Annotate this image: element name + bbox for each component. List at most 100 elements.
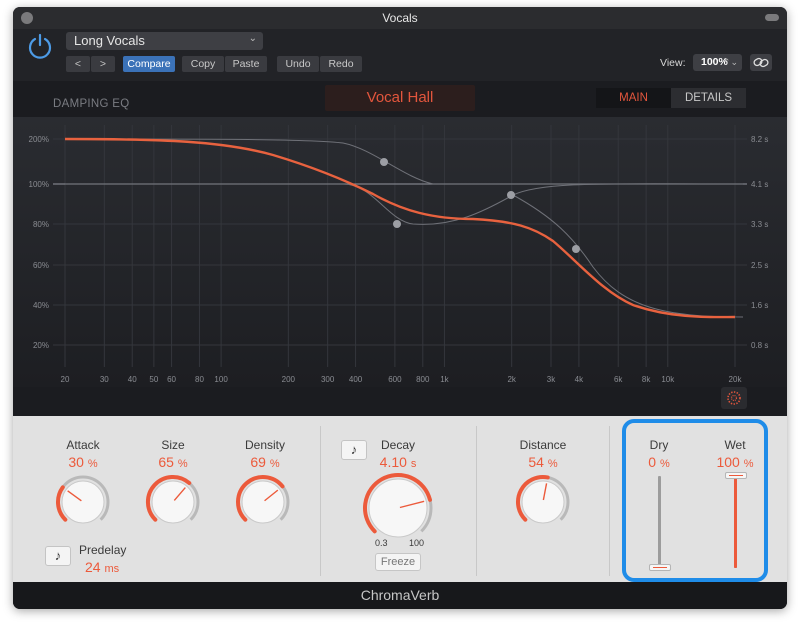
size-value-number: 65 — [158, 454, 174, 470]
freq-tick-label: 300 — [321, 375, 335, 384]
redo-button[interactable]: Redo — [320, 56, 362, 72]
decay-time-tick-label: 8.2 s — [751, 135, 768, 144]
knob-body — [521, 480, 565, 524]
section-divider — [609, 426, 610, 576]
preset-dropdown-label: Long Vocals — [74, 33, 145, 48]
power-icon[interactable] — [26, 32, 54, 60]
predelay-label: Predelay — [79, 543, 127, 557]
density-knob[interactable] — [235, 474, 291, 530]
freq-tick-label: 60 — [167, 375, 176, 384]
distance-value-unit: % — [547, 458, 558, 470]
distance-label: Distance — [519, 438, 567, 452]
decay-value-unit: s — [410, 458, 417, 470]
level-tick-label: 60% — [33, 261, 49, 270]
section-divider — [320, 426, 321, 576]
freq-tick-label: 800 — [416, 375, 430, 384]
window-title: Vocals — [382, 11, 418, 25]
size-value-unit: % — [177, 458, 188, 470]
damping-eq-section: DAMPING EQ Vocal Hall MAIN DETAILS 200% … — [13, 81, 787, 416]
freq-tick-label: 20 — [61, 375, 70, 384]
predelay-value[interactable]: 24 ms — [85, 559, 145, 575]
attack-label: Attack — [66, 438, 100, 452]
size-knob[interactable] — [145, 474, 201, 530]
freq-tick-label: 1k — [440, 375, 449, 384]
view-zoom-select[interactable]: 100% ⌃⌄ — [693, 54, 742, 71]
freq-tick-label: 10k — [661, 375, 675, 384]
dry-fader-track[interactable] — [658, 476, 661, 568]
chevron-down-icon: ⌄ — [248, 33, 257, 44]
wet-value: 100 % — [709, 454, 761, 470]
freeze-button[interactable]: Freeze — [375, 553, 421, 571]
wet-fader-handle[interactable] — [725, 472, 747, 479]
freq-tick-label: 400 — [349, 375, 363, 384]
note-icon: ♪ — [350, 442, 358, 457]
decay-time-tick-label: 0.8 s — [751, 341, 768, 350]
forward-button[interactable]: > — [91, 56, 115, 72]
level-tick-label: 100% — [29, 180, 49, 189]
damping-eq-label: DAMPING EQ — [53, 98, 130, 110]
wet-value-number: 100 — [716, 454, 740, 470]
density-label: Density — [244, 438, 285, 452]
predelay-value-unit: ms — [104, 563, 120, 575]
dry-value: 0 % — [639, 454, 679, 470]
density-value: 69 % — [233, 454, 297, 470]
link-icon — [753, 57, 769, 68]
freq-tick-label: 40 — [128, 375, 137, 384]
eq-graph[interactable]: 200% 100% 80% 60% 40% 20% 8.2 s 4.1 s 3.3 s 2.5 … — [13, 117, 787, 387]
view-label: View: — [660, 57, 686, 69]
decay-sync-button[interactable]: ♪ — [341, 440, 367, 460]
freq-tick-label: 6k — [614, 375, 623, 384]
eq-handle-high[interactable] — [572, 245, 580, 253]
decay-max-label: 100 — [409, 538, 425, 548]
analyzer-icon — [727, 391, 741, 405]
back-button[interactable]: < — [66, 56, 90, 72]
freq-tick-label: 100 — [214, 375, 228, 384]
wet-value-unit: % — [743, 458, 754, 470]
dry-label: Dry — [649, 438, 669, 452]
analyzer-button[interactable] — [721, 387, 747, 409]
size-value: 65 % — [143, 454, 203, 470]
eq-handle-high-mid[interactable] — [507, 191, 515, 199]
attack-knob[interactable] — [55, 474, 111, 530]
decay-value: 4.10 s — [368, 454, 428, 470]
decay-knob[interactable] — [362, 472, 434, 544]
paste-button[interactable]: Paste — [225, 56, 267, 72]
decay-time-tick-label: 3.3 s — [751, 220, 768, 229]
freq-tick-label: 4k — [575, 375, 584, 384]
attack-value: 30 % — [53, 454, 113, 470]
density-value-unit: % — [269, 458, 280, 470]
preset-dropdown[interactable]: Long Vocals ⌄ — [66, 32, 263, 50]
freq-tick-label: 200 — [282, 375, 296, 384]
title-bar: Vocals — [13, 7, 787, 29]
dry-value-unit: % — [659, 458, 670, 470]
preset-name-display[interactable]: Vocal Hall — [325, 85, 475, 111]
decay-label: Decay — [380, 438, 415, 452]
plugin-window: Vocals Long Vocals ⌄ < > Compare Copy Pa… — [13, 7, 787, 609]
tab-main[interactable]: MAIN — [596, 88, 671, 108]
eq-handle-low[interactable] — [380, 158, 388, 166]
predelay-sync-button[interactable]: ♪ — [45, 546, 71, 566]
eq-handle-mid[interactable] — [393, 220, 401, 228]
level-tick-label: 80% — [33, 220, 49, 229]
compare-button[interactable]: Compare — [123, 56, 175, 72]
dry-fader-handle[interactable] — [649, 564, 671, 571]
distance-knob[interactable] — [515, 474, 571, 530]
freq-tick-label: 50 — [149, 375, 158, 384]
decay-min-label: 0.3 — [375, 538, 388, 548]
plugin-header: Long Vocals ⌄ < > Compare Copy Paste Und… — [13, 29, 787, 81]
tab-details[interactable]: DETAILS — [671, 88, 746, 108]
decay-value-number: 4.10 — [379, 454, 407, 470]
copy-button[interactable]: Copy — [182, 56, 224, 72]
link-button[interactable] — [750, 54, 772, 71]
dry-value-number: 0 — [648, 454, 657, 470]
freq-tick-label: 30 — [100, 375, 109, 384]
level-tick-label: 200% — [29, 135, 49, 144]
decay-time-tick-label: 1.6 s — [751, 301, 768, 310]
main-controls-panel: Attack 30 % Size 65 % Density 69 % ♪ Pre… — [13, 416, 787, 582]
undo-button[interactable]: Undo — [277, 56, 319, 72]
stepper-icon: ⌃⌄ — [722, 57, 738, 67]
window-resize-pill[interactable] — [765, 14, 779, 21]
freq-tick-label: 80 — [195, 375, 204, 384]
attack-value-unit: % — [87, 458, 98, 470]
freq-tick-label: 600 — [388, 375, 402, 384]
